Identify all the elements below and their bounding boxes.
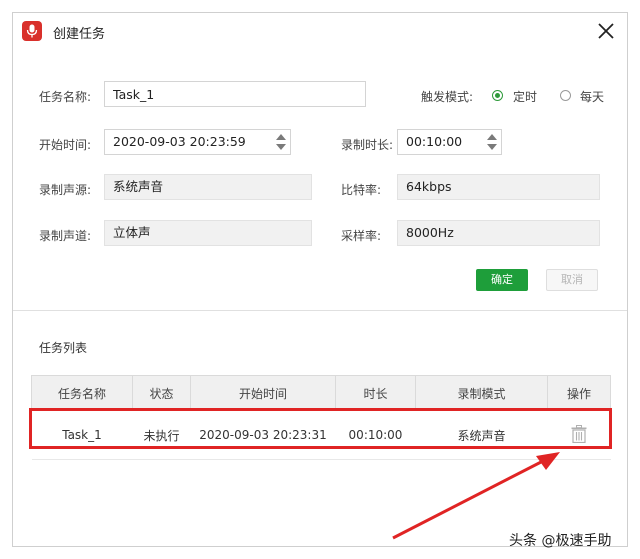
bitrate-label: 比特率: [341,183,382,197]
channel-field: 立体声 [104,220,312,246]
duration-picker[interactable]: 00:10:00 [397,129,502,155]
trigger-timed-label: 定时 [513,90,538,104]
start-time-stepper[interactable] [275,132,287,152]
source-field: 系统声音 [104,174,312,200]
title-bar: 创建任务 [13,13,627,51]
duration-stepper[interactable] [486,132,498,152]
window-title: 创建任务 [53,27,106,42]
start-time-label: 开始时间: [39,138,92,152]
close-icon [598,23,614,39]
start-time-value: 2020-09-03 20:23:59 [113,134,246,149]
task-list-title: 任务列表 [39,341,88,355]
task-name-input[interactable] [104,81,366,107]
cell-mode: 系统声音 [415,410,548,460]
cell-status: 未执行 [132,410,191,460]
table-header-row: 任务名称 状态 开始时间 时长 录制模式 操作 [31,375,611,411]
channel-label: 录制声道: [39,229,92,243]
section-divider [13,310,627,311]
task-name-label: 任务名称: [39,90,92,104]
bitrate-field: 64kbps [397,174,600,200]
task-table: 任务名称 状态 开始时间 时长 录制模式 操作 Task_1 未执行 2020-… [31,375,611,460]
cell-start: 2020-09-03 20:23:31 [190,410,336,460]
col-header-start: 开始时间 [190,375,336,411]
close-button[interactable] [593,18,619,44]
trigger-mode-label: 触发模式: [421,90,474,104]
watermark: 头条 @极速手助 [509,533,612,549]
trigger-daily-label: 每天 [580,90,605,104]
col-header-name: 任务名称 [31,375,133,411]
samplerate-field: 8000Hz [397,220,600,246]
col-header-mode: 录制模式 [415,375,548,411]
table-row[interactable]: Task_1 未执行 2020-09-03 20:23:31 00:10:00 … [31,410,611,460]
duration-value: 00:10:00 [406,134,463,149]
cell-name: Task_1 [31,410,133,460]
trash-icon[interactable] [571,424,587,446]
source-label: 录制声源: [39,183,92,197]
confirm-button[interactable]: 确定 [476,269,528,291]
cell-duration: 00:10:00 [335,410,416,460]
duration-label: 录制时长: [341,138,394,152]
col-header-duration: 时长 [335,375,416,411]
cell-action [547,410,611,460]
start-time-picker[interactable]: 2020-09-03 20:23:59 [104,129,291,155]
col-header-action: 操作 [547,375,611,411]
samplerate-label: 采样率: [341,229,382,243]
trigger-timed-radio[interactable] [492,90,503,101]
trigger-daily-radio[interactable] [560,90,571,101]
cancel-button[interactable]: 取消 [546,269,598,291]
microphone-icon [22,21,42,41]
create-task-dialog: 创建任务 任务名称: 触发模式: 定时 每天 开始时间: 2020-09-03 … [12,12,628,547]
col-header-status: 状态 [132,375,191,411]
